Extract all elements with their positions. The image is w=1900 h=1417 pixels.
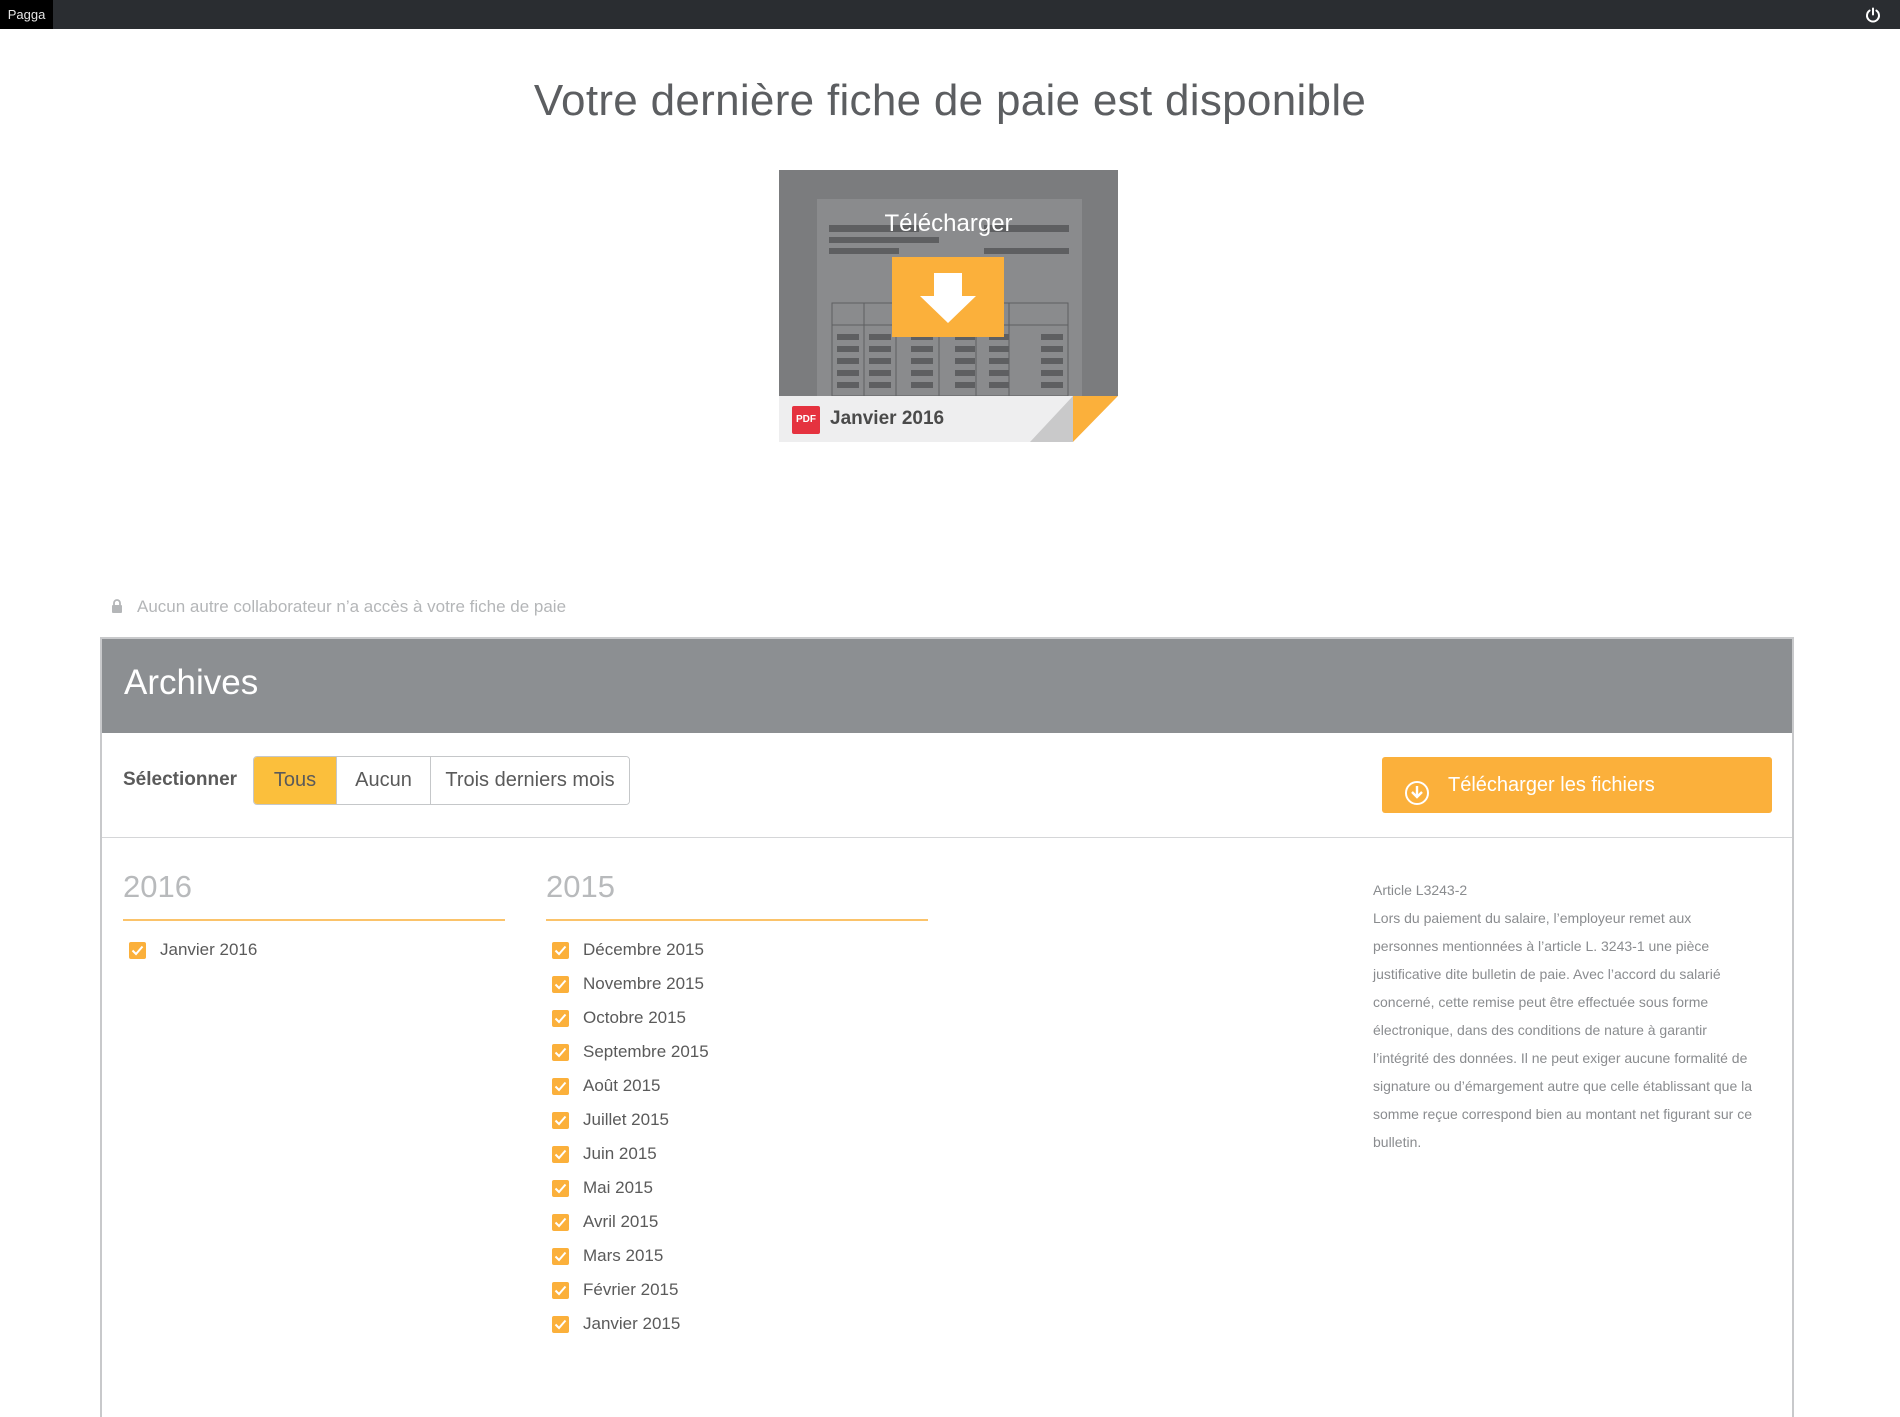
checkbox-checked-icon[interactable]: [552, 1077, 569, 1095]
checkbox-checked-icon[interactable]: [552, 1145, 569, 1163]
archives-panel: Archives Sélectionner Tous Aucun Trois d…: [100, 637, 1794, 1417]
checkbox-checked-icon[interactable]: [552, 1315, 569, 1333]
month-checkbox-item[interactable]: Août 2015: [546, 1069, 928, 1103]
download-selected-button[interactable]: Télécharger les fichiers sélectionnées: [1382, 757, 1772, 852]
download-circle-icon: [1404, 772, 1430, 828]
checkbox-checked-icon[interactable]: [552, 1281, 569, 1299]
selection-filter-group: Tous Aucun Trois derniers mois: [253, 756, 630, 805]
month-label: Février 2015: [583, 1280, 679, 1299]
checkbox-checked-icon[interactable]: [552, 1247, 569, 1265]
pdf-icon: PDF: [792, 406, 820, 434]
filter-none-button[interactable]: Aucun: [337, 757, 431, 804]
month-label: Septembre 2015: [583, 1042, 709, 1061]
privacy-note: Aucun autre collaborateur n’a accès à vo…: [111, 597, 566, 618]
month-checkbox-item[interactable]: Juin 2015: [546, 1137, 928, 1171]
month-label: Novembre 2015: [583, 974, 704, 993]
month-label: Mai 2015: [583, 1178, 653, 1197]
month-checkbox-item[interactable]: Février 2015: [546, 1273, 928, 1307]
archives-title: Archives: [124, 663, 259, 702]
power-icon[interactable]: [1865, 7, 1881, 23]
month-checkbox-item[interactable]: Avril 2015: [546, 1205, 928, 1239]
month-list: Janvier 2016: [123, 933, 505, 967]
month-label: Décembre 2015: [583, 940, 704, 959]
brand-logo[interactable]: Pagga: [0, 0, 53, 29]
top-bar: Pagga: [0, 0, 1900, 29]
latest-payslip-download[interactable]: Télécharger PDF Janvier 2016: [779, 170, 1118, 442]
month-label: Janvier 2015: [583, 1314, 681, 1333]
lock-icon: [111, 598, 123, 618]
legal-title: Article L3243-2: [1373, 882, 1468, 898]
month-checkbox-item[interactable]: Mai 2015: [546, 1171, 928, 1205]
year-title: 2015: [546, 869, 928, 921]
download-selected-label: Télécharger les fichiers sélectionnées: [1448, 774, 1655, 852]
month-label: Juin 2015: [583, 1144, 657, 1163]
month-checkbox-item[interactable]: Septembre 2015: [546, 1035, 928, 1069]
month-list: Décembre 2015 Novembre 2015 Octobre 2015 Se…: [546, 933, 928, 1341]
year-title: 2016: [123, 869, 505, 921]
month-label: Juillet 2015: [583, 1110, 670, 1129]
checkbox-checked-icon[interactable]: [552, 1179, 569, 1197]
month-checkbox-item[interactable]: Décembre 2015: [546, 933, 928, 967]
divider: [102, 837, 1792, 838]
checkbox-checked-icon[interactable]: [552, 1043, 569, 1061]
month-checkbox-item[interactable]: Juillet 2015: [546, 1103, 928, 1137]
latest-payslip-month: Janvier 2016: [830, 408, 945, 429]
month-checkbox-item[interactable]: Octobre 2015: [546, 1001, 928, 1035]
checkbox-checked-icon[interactable]: [129, 941, 146, 959]
month-label: Octobre 2015: [583, 1008, 687, 1027]
checkbox-checked-icon[interactable]: [552, 975, 569, 993]
month-label: Janvier 2016: [160, 940, 258, 959]
year-column-2015: 2015 Décembre 2015 Novembre 2015 Octobre 2…: [546, 869, 928, 1341]
month-checkbox-item[interactable]: Mars 2015: [546, 1239, 928, 1273]
download-label: Télécharger: [884, 210, 1013, 237]
checkbox-checked-icon[interactable]: [552, 1009, 569, 1027]
filter-last-three-months-button[interactable]: Trois derniers mois: [431, 757, 629, 804]
month-label: Mars 2015: [583, 1246, 664, 1265]
month-label: Avril 2015: [583, 1212, 659, 1231]
checkbox-checked-icon[interactable]: [552, 941, 569, 959]
month-checkbox-item[interactable]: Novembre 2015: [546, 967, 928, 1001]
page-title: Votre dernière fiche de paie est disponi…: [533, 76, 1367, 125]
month-label: Août 2015: [583, 1076, 661, 1095]
select-label: Sélectionner: [123, 769, 238, 790]
filter-all-button[interactable]: Tous: [254, 757, 337, 804]
checkbox-checked-icon[interactable]: [552, 1111, 569, 1129]
privacy-text: Aucun autre collaborateur n’a accès à vo…: [137, 597, 567, 616]
year-column-2016: 2016 Janvier 2016: [123, 869, 505, 967]
archives-header: Archives: [102, 639, 1792, 733]
legal-notice: Article L3243-2 Lors du paiement du sala…: [1373, 876, 1753, 1156]
legal-body: Lors du paiement du salaire, l’employeur…: [1373, 910, 1753, 1150]
month-checkbox-item[interactable]: Janvier 2016: [123, 933, 505, 967]
month-checkbox-item[interactable]: Janvier 2015: [546, 1307, 928, 1341]
checkbox-checked-icon[interactable]: [552, 1213, 569, 1231]
